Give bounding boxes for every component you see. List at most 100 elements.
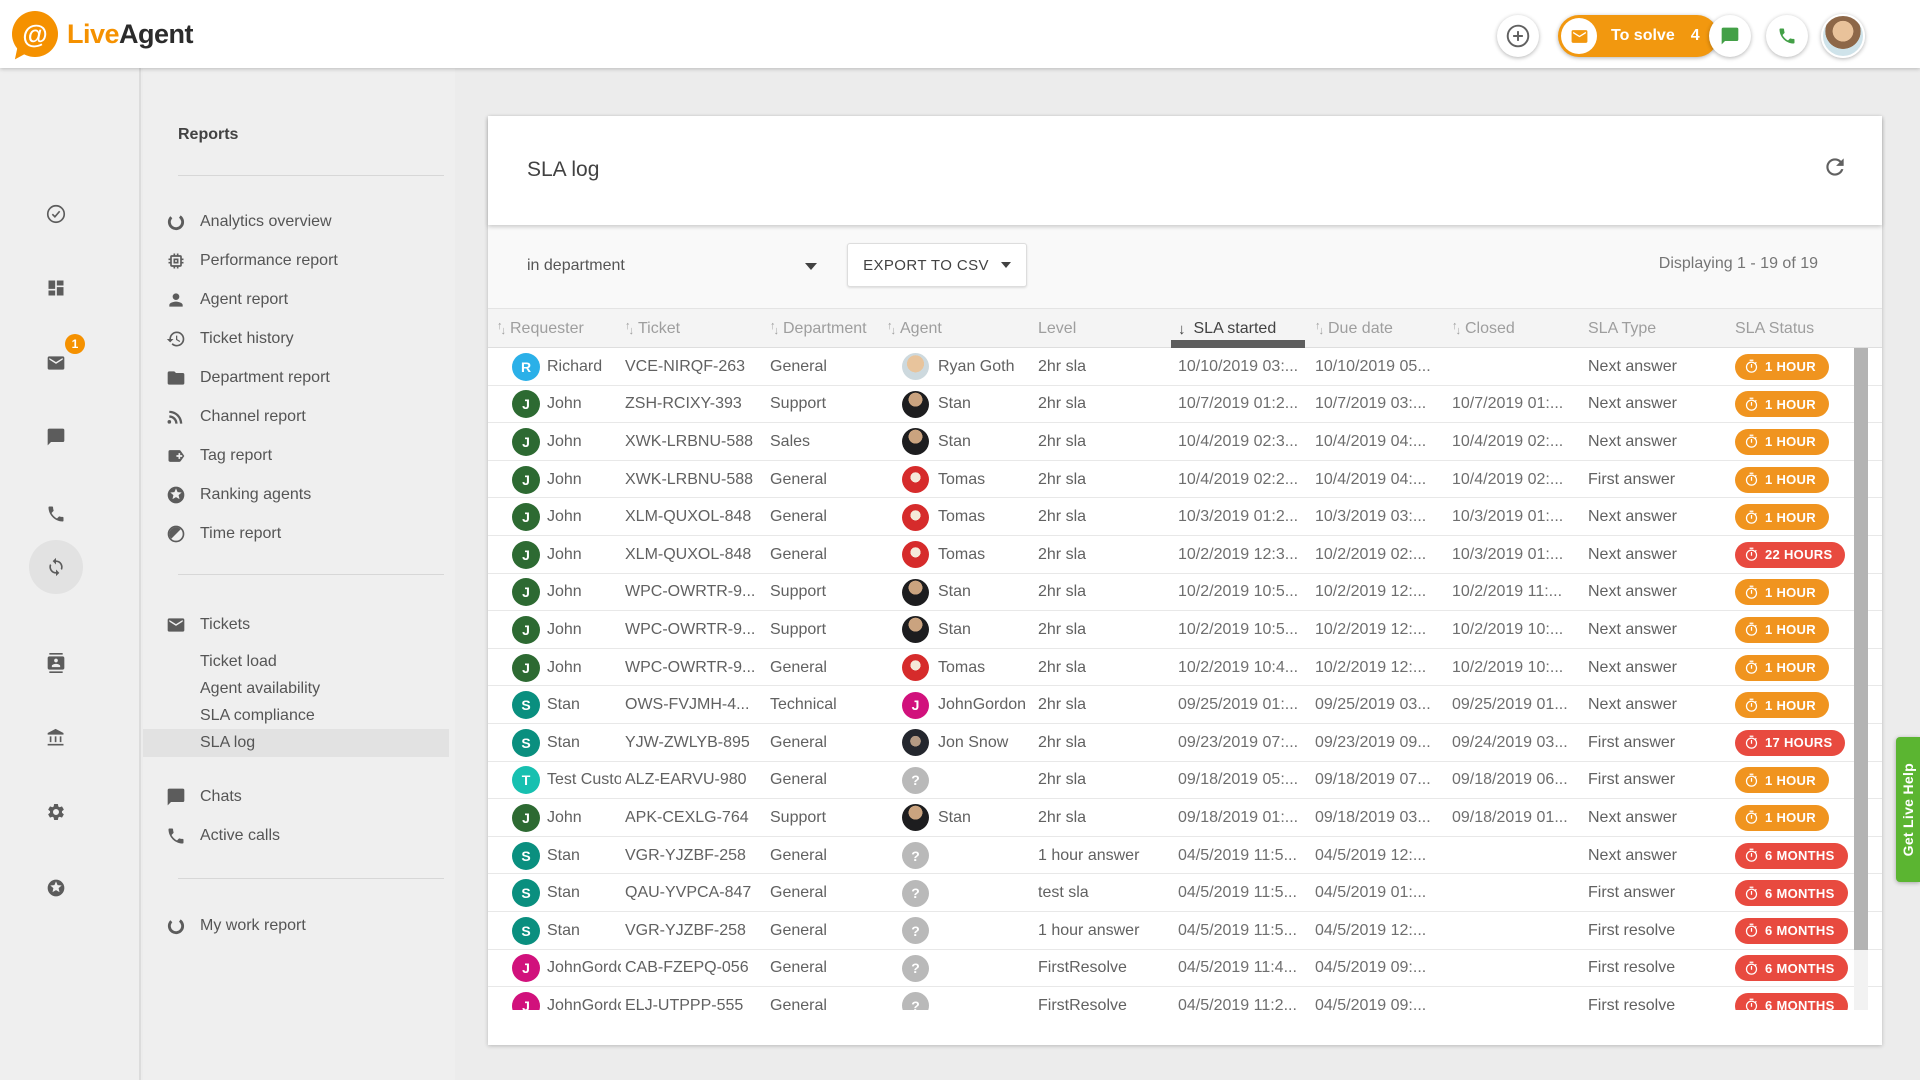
- refresh-button[interactable]: [1822, 154, 1848, 180]
- requester-avatar: J: [512, 574, 542, 612]
- avatar: [902, 729, 929, 756]
- table-row[interactable]: SStanQAU-YVPCA-847General?test sla04/5/2…: [488, 874, 1882, 912]
- column-header-agent[interactable]: ↑↓Agent: [887, 309, 1034, 349]
- table-row[interactable]: JJohnZSH-RCIXY-393SupportStan2hr sla10/7…: [488, 386, 1882, 424]
- rail-item-reports[interactable]: [29, 540, 83, 594]
- rail-item-ranking[interactable]: [35, 867, 77, 909]
- sidebar-subitem-sla-compliance[interactable]: SLA compliance: [143, 702, 449, 730]
- sidebar-item-my-work-report[interactable]: My work report: [143, 906, 449, 945]
- user-avatar[interactable]: [1821, 14, 1865, 58]
- filter-toolbar: in department EXPORT TO CSV Displaying 1…: [488, 225, 1882, 308]
- department: General: [770, 762, 900, 800]
- column-header-ticket[interactable]: ↑↓Ticket: [625, 309, 767, 349]
- rail-item-chats[interactable]: [35, 416, 77, 458]
- table-row[interactable]: SStanYJW-ZWLYB-895GeneralJon Snow2hr sla…: [488, 724, 1882, 762]
- person-icon: [166, 290, 186, 310]
- sidebar-item-ranking-agents[interactable]: Ranking agents: [143, 475, 449, 514]
- column-header-department[interactable]: ↑↓Department: [770, 309, 900, 349]
- sidebar-item-time-report[interactable]: Time report: [143, 514, 449, 553]
- sidebar-item-tickets[interactable]: Tickets: [143, 605, 449, 644]
- requester-name: John: [547, 574, 621, 612]
- table-row[interactable]: SStanOWS-FVJMH-4...TechnicalJJohnGordon2…: [488, 686, 1882, 724]
- sidebar-subitem-sla-log[interactable]: SLA log: [143, 729, 449, 757]
- sorted-column-indicator: [1171, 340, 1305, 348]
- sla-type: Next answer: [1588, 686, 1720, 724]
- due-date: 04/5/2019 09:...: [1315, 950, 1449, 988]
- table-row[interactable]: TTest CustomerALZ-EARVU-980General?2hr s…: [488, 762, 1882, 800]
- mail-icon: [166, 615, 186, 635]
- vertical-scrollbar-track[interactable]: [1854, 348, 1868, 1010]
- requester-avatar: T: [512, 762, 542, 800]
- rail-item-tasks[interactable]: [35, 193, 77, 235]
- sort-both-icon: ↑↓: [1452, 323, 1459, 335]
- export-to-csv-button[interactable]: EXPORT TO CSV: [847, 243, 1027, 287]
- status-badge-label: 22 HOURS: [1765, 547, 1832, 562]
- add-new-button[interactable]: [1497, 15, 1539, 57]
- column-header-due-date[interactable]: ↑↓Due date: [1315, 309, 1449, 349]
- table-row[interactable]: SStanVGR-YJZBF-258General?1 hour answer0…: [488, 912, 1882, 950]
- table-row[interactable]: JJohnGordonELJ-UTPPP-555General?FirstRes…: [488, 987, 1882, 1010]
- avatar: [902, 391, 929, 418]
- rail-item-billing[interactable]: [35, 717, 77, 759]
- ticket-code: VGR-YJZBF-258: [625, 912, 767, 950]
- table-row[interactable]: JJohnGordonCAB-FZEPQ-056General?FirstRes…: [488, 950, 1882, 988]
- sidebar-item-tag-report[interactable]: Tag report: [143, 436, 449, 475]
- table-row[interactable]: RRichardVCE-NIRQF-263GeneralRyan Goth2hr…: [488, 348, 1882, 386]
- table-row[interactable]: JJohnXWK-LRBNU-588GeneralTomas2hr sla10/…: [488, 461, 1882, 499]
- table-row[interactable]: JJohnXLM-QUXOL-848GeneralTomas2hr sla10/…: [488, 536, 1882, 574]
- rail-item-dashboard[interactable]: [35, 267, 77, 309]
- phone-icon: [1777, 26, 1797, 46]
- table-row[interactable]: JJohnXLM-QUXOL-848GeneralTomas2hr sla10/…: [488, 498, 1882, 536]
- column-header-requester[interactable]: ↑↓Requester: [497, 309, 621, 349]
- rail-item-settings[interactable]: [35, 791, 77, 833]
- table-row[interactable]: JJohnAPK-CEXLG-764SupportStan2hr sla09/1…: [488, 799, 1882, 837]
- sla-level: 2hr sla: [1038, 724, 1174, 762]
- calls-quick-button[interactable]: [1766, 15, 1808, 57]
- to-solve-button[interactable]: To solve 4: [1558, 15, 1718, 57]
- sla-level: test sla: [1038, 874, 1174, 912]
- sidebar-item-channel-report[interactable]: Channel report: [143, 397, 449, 436]
- column-header-label: SLA Type: [1588, 320, 1656, 338]
- avatar: J: [512, 541, 540, 569]
- sync-icon: [46, 557, 66, 577]
- agent-name: Stan: [938, 574, 1034, 612]
- sidebar-item-label: Tickets: [200, 616, 250, 634]
- vertical-scrollbar-thumb[interactable]: [1854, 348, 1868, 950]
- sidebar-item-chats[interactable]: Chats: [143, 777, 449, 816]
- table-row[interactable]: JJohnWPC-OWRTR-9...SupportStan2hr sla10/…: [488, 574, 1882, 612]
- sidebar-item-department-report[interactable]: Department report: [143, 358, 449, 397]
- sidebar-item-agent-report[interactable]: Agent report: [143, 280, 449, 319]
- closed-date: 10/2/2019 11:...: [1452, 574, 1585, 612]
- sidebar-subitem-agent-availability[interactable]: Agent availability: [143, 675, 449, 703]
- department-filter-select[interactable]: in department: [527, 249, 817, 283]
- due-date: 09/18/2019 03...: [1315, 799, 1449, 837]
- rail-item-tickets[interactable]: 1: [35, 342, 77, 384]
- sidebar-subitem-ticket-load[interactable]: Ticket load: [143, 648, 449, 676]
- agent-avatar: [902, 386, 930, 424]
- sidebar-item-active-calls[interactable]: Active calls: [143, 816, 449, 855]
- agent-name: JohnGordon: [938, 686, 1034, 724]
- table-row[interactable]: SStanVGR-YJZBF-258General?1 hour answer0…: [488, 837, 1882, 875]
- table-row[interactable]: JJohnXWK-LRBNU-588SalesStan2hr sla10/4/2…: [488, 423, 1882, 461]
- requester-avatar: S: [512, 874, 542, 912]
- status-badge-label: 1 HOUR: [1765, 585, 1816, 600]
- liveagent-logo[interactable]: @ LiveAgent: [12, 9, 193, 59]
- sidebar-item-analytics-overview[interactable]: Analytics overview: [143, 202, 449, 241]
- chats-quick-button[interactable]: [1709, 15, 1751, 57]
- sidebar-item-performance-report[interactable]: Performance report: [143, 241, 449, 280]
- rail-item-contacts[interactable]: [35, 642, 77, 684]
- avatar: S: [512, 917, 540, 945]
- sidebar-item-ticket-history[interactable]: Ticket history: [143, 319, 449, 358]
- timer-icon: [1744, 698, 1759, 713]
- get-live-help-tab[interactable]: Get Live Help: [1896, 737, 1920, 882]
- table-row[interactable]: JJohnWPC-OWRTR-9...GeneralTomas2hr sla10…: [488, 649, 1882, 687]
- avatar: [902, 353, 929, 380]
- due-date: 10/7/2019 03:...: [1315, 386, 1449, 424]
- column-header-closed[interactable]: ↑↓Closed: [1452, 309, 1585, 349]
- logo-at-glyph: @: [22, 19, 47, 50]
- rail-item-calls[interactable]: [35, 493, 77, 535]
- ticket-code: WPC-OWRTR-9...: [625, 574, 767, 612]
- due-date: 10/2/2019 12:...: [1315, 574, 1449, 612]
- department: General: [770, 724, 900, 762]
- table-row[interactable]: JJohnWPC-OWRTR-9...SupportStan2hr sla10/…: [488, 611, 1882, 649]
